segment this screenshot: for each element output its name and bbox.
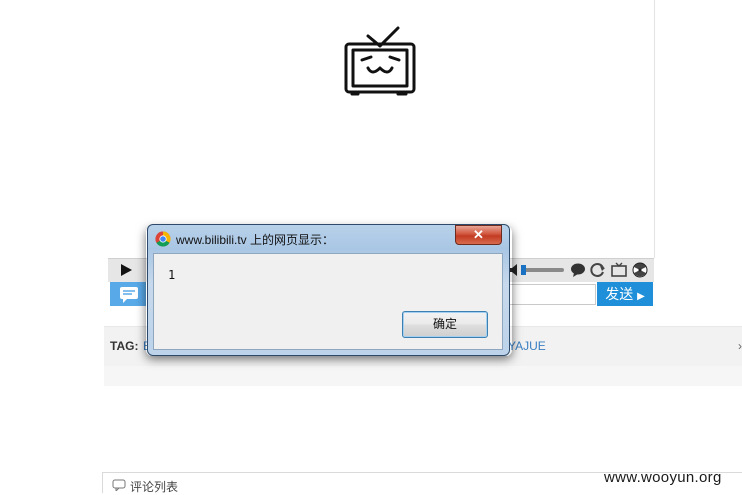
close-icon: ✕ xyxy=(473,227,484,242)
tag-more-arrow[interactable]: › xyxy=(738,339,742,353)
loop-icon[interactable] xyxy=(590,262,606,278)
dialog-message: 1 xyxy=(168,268,176,282)
tag-label: TAG: xyxy=(110,339,139,353)
volume-slider-handle[interactable] xyxy=(521,265,526,275)
send-label: 发送 xyxy=(605,286,634,302)
danmaku-toggle-button[interactable] xyxy=(110,282,146,306)
chrome-icon xyxy=(155,231,171,247)
play-icon[interactable] xyxy=(118,262,134,278)
comment-list-title: 评论列表 xyxy=(130,480,179,494)
send-button[interactable]: 发送 ▶ xyxy=(597,282,653,306)
tag-link[interactable]: YAJUE xyxy=(508,339,546,353)
volume-slider[interactable] xyxy=(522,268,564,272)
comment-bubble-icon[interactable] xyxy=(570,262,586,278)
comment-icon xyxy=(112,479,126,491)
radiation-icon[interactable] xyxy=(632,262,648,278)
dialog-title: www.bilibili.tv 上的网页显示： xyxy=(176,233,335,247)
ok-button[interactable]: 确定 xyxy=(402,311,488,338)
watermark: www.wooyun.org xyxy=(604,469,722,486)
danmaku-icon xyxy=(120,287,138,303)
bilibili-tv-logo-icon xyxy=(344,26,416,96)
close-button[interactable]: ✕ xyxy=(455,225,502,245)
danmaku-input[interactable] xyxy=(508,284,596,305)
tag-row-lower xyxy=(104,366,742,386)
chevron-right-icon: ▶ xyxy=(637,291,645,302)
tv-icon[interactable] xyxy=(611,262,627,278)
